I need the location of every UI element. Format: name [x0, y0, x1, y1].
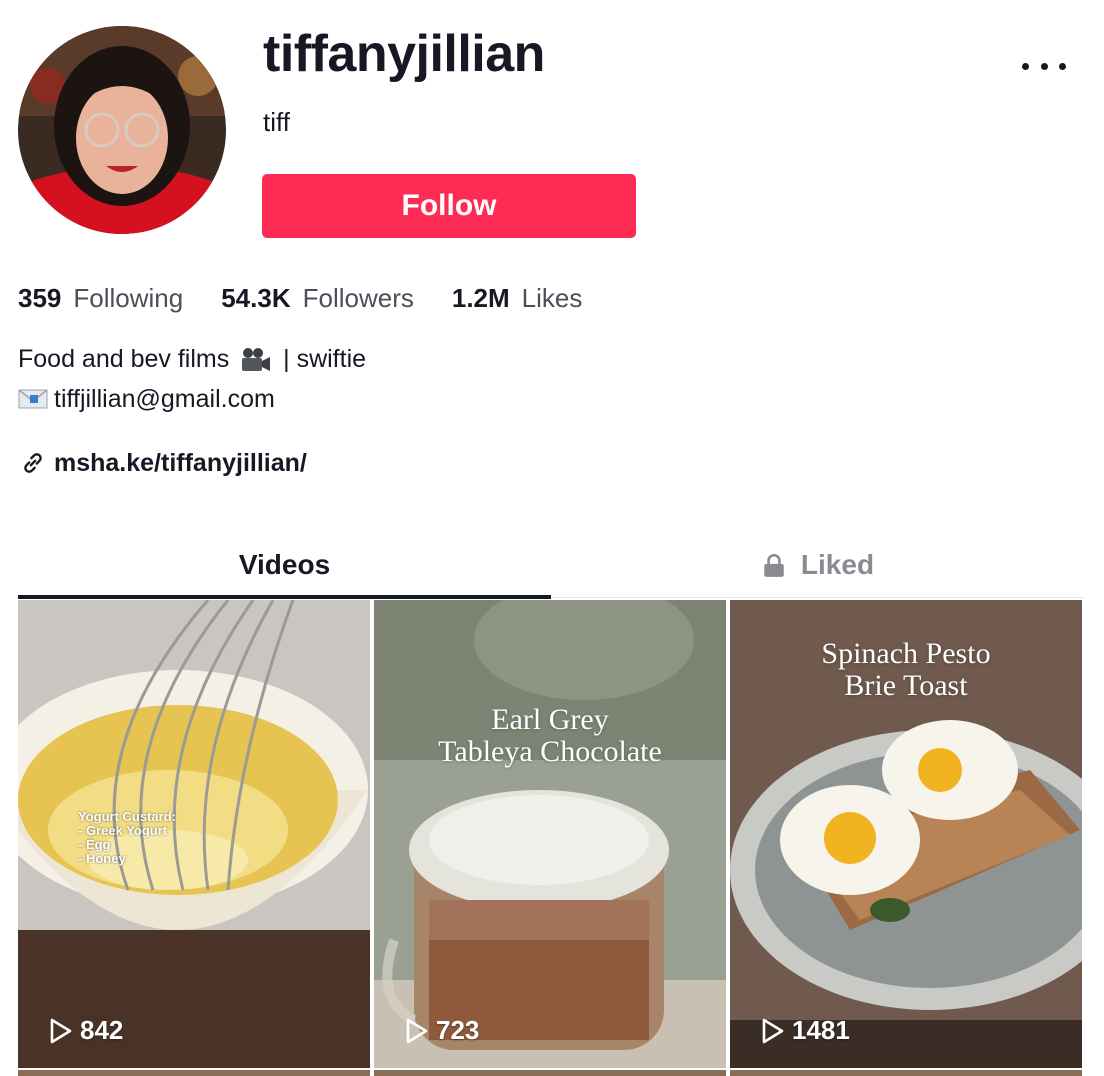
link-icon	[24, 453, 42, 473]
video-tile[interactable]: Spinach Pesto Brie Toast 1481	[730, 600, 1082, 1068]
video-thumbnail	[18, 600, 370, 1068]
video-tile[interactable]: Earl Grey Tableya Chocolate 723	[374, 600, 726, 1068]
tab-label: Liked	[800, 549, 875, 580]
profile-nickname: tiff	[263, 107, 290, 137]
video-tile[interactable]: Yogurt Custard: - Greek Yogurt - Egg - H…	[18, 600, 370, 1068]
tab-videos[interactable]: Videos	[18, 532, 551, 599]
video-views: 1481	[760, 1015, 850, 1046]
bio-line-2: tiffjillian@gmail.com	[18, 382, 275, 416]
video-overlay-text: Spinach Pesto Brie Toast	[821, 637, 991, 702]
video-tile-partial[interactable]	[18, 1070, 370, 1076]
stat-followers[interactable]: 54.3K Followers	[221, 280, 414, 316]
video-tile-partial[interactable]	[730, 1070, 1082, 1076]
stat-value: 54.3K	[221, 283, 291, 313]
video-overlay-text: Yogurt Custard: - Greek Yogurt - Egg - H…	[78, 809, 176, 866]
more-options-icon[interactable]	[1022, 56, 1066, 76]
profile-link[interactable]: msha.ke/tiffanyjillian/	[20, 446, 307, 480]
bio-email: tiffjillian@gmail.com	[54, 385, 275, 413]
follow-button[interactable]: Follow	[262, 174, 636, 238]
stat-following[interactable]: 359 Following	[18, 280, 183, 316]
bio-text: Food and bev films	[18, 345, 230, 373]
avatar[interactable]	[18, 26, 226, 234]
stat-label: Following	[73, 283, 184, 313]
view-count: 842	[80, 1015, 124, 1045]
view-count: 1481	[792, 1015, 850, 1045]
play-icon	[762, 1018, 784, 1043]
bio-line-1: Food and bev films | swiftie	[18, 342, 366, 376]
stat-label: Followers	[302, 283, 414, 313]
video-views: 723	[404, 1015, 479, 1046]
lock-icon	[764, 554, 784, 577]
play-icon	[406, 1018, 428, 1043]
video-tile-partial[interactable]	[374, 1070, 726, 1076]
stat-likes: 1.2M Likes	[452, 280, 583, 316]
stat-value: 359	[18, 283, 62, 313]
video-thumbnail	[374, 600, 726, 1068]
video-views: 842	[48, 1015, 123, 1046]
bio-text: | swiftie	[283, 345, 367, 373]
profile-tabs: Videos Liked	[18, 532, 1084, 599]
movie-camera-icon	[242, 348, 271, 372]
video-grid: Yogurt Custard: - Greek Yogurt - Egg - H…	[18, 600, 1084, 1068]
profile-stats: 359 Following 54.3K Followers 1.2M Likes	[18, 280, 620, 316]
tab-liked[interactable]: Liked	[551, 532, 1084, 598]
stat-value: 1.2M	[451, 283, 510, 313]
view-count: 723	[436, 1015, 480, 1045]
stat-label: Likes	[521, 283, 583, 313]
tab-label: Videos	[238, 549, 331, 580]
video-overlay-text: Earl Grey Tableya Chocolate	[438, 703, 662, 768]
email-icon	[18, 389, 48, 409]
play-icon	[50, 1018, 72, 1043]
profile-username: tiffanyjillian	[263, 25, 545, 83]
profile-link-text: msha.ke/tiffanyjillian/	[54, 449, 307, 477]
next-video-row	[18, 1070, 1084, 1076]
